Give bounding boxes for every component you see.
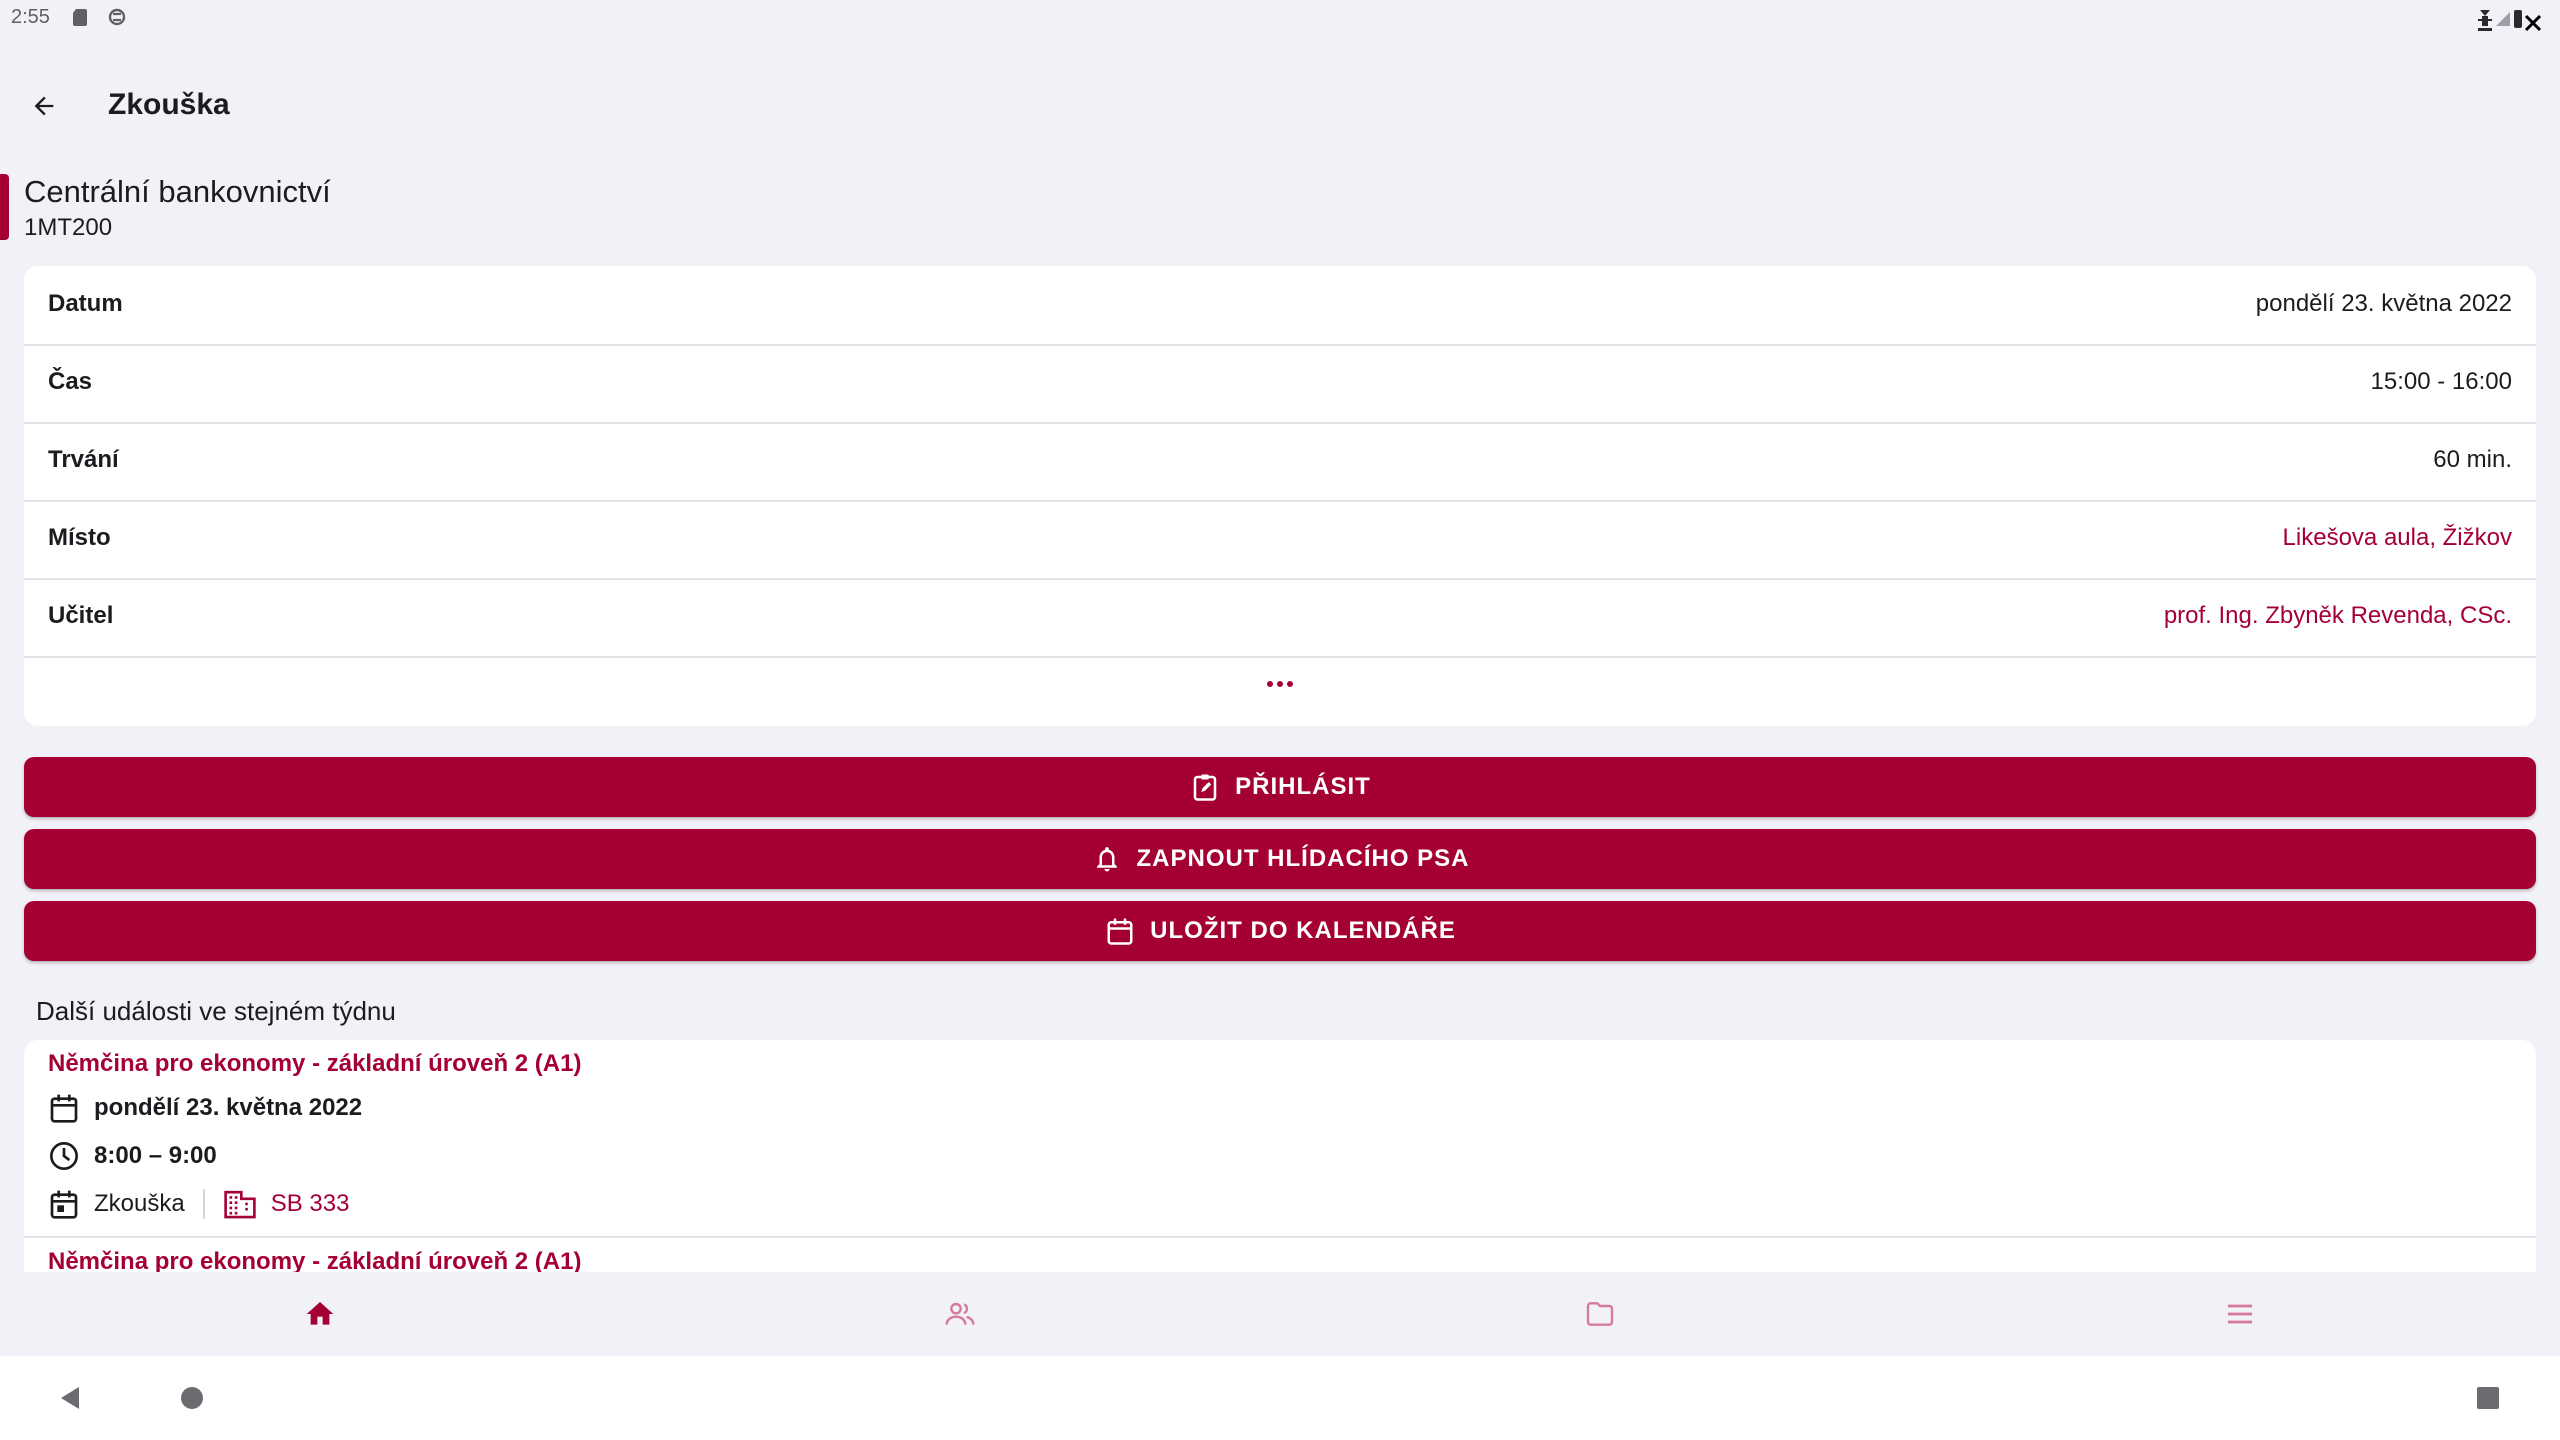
subject-code: 1MT200: [24, 214, 113, 241]
status-time: 2:55: [11, 6, 50, 28]
calendar-icon: [1104, 915, 1136, 947]
people-icon: [945, 1302, 975, 1325]
section-title-other-events: Další události ve stejném týdnu: [36, 996, 396, 1026]
watchdog-button[interactable]: ZAPNOUT HLÍDACÍHO PSA: [24, 829, 2536, 889]
nav-menu[interactable]: [2220, 1294, 2260, 1334]
signal-icon: [2496, 12, 2510, 26]
detail-row-time: Čas 15:00 - 16:00: [24, 344, 2536, 424]
wifi-icon: [2478, 10, 2492, 31]
system-indicators: [2444, 6, 2544, 40]
dot: [1267, 681, 1273, 687]
detail-value: 15:00 - 16:00: [2370, 368, 2512, 395]
place-link[interactable]: Likešova aula, Žižkov: [2283, 524, 2512, 552]
detail-value: pondělí 23. května 2022: [2255, 290, 2512, 317]
nav-people[interactable]: [940, 1294, 980, 1334]
assignment-edit-icon: [1189, 771, 1221, 803]
menu-icon: [2228, 1304, 2252, 1324]
home-circle-icon: [181, 1387, 203, 1409]
recents-square-icon: [2477, 1387, 2499, 1409]
event-date-line: pondělí 23. května 2022: [48, 1091, 362, 1125]
battery-icon: [2514, 10, 2522, 28]
button-label: PŘIHLÁSIT: [1235, 773, 1371, 800]
app-bar: Zkouška: [0, 64, 2560, 148]
folder-icon: [1586, 1302, 1614, 1326]
more-options-button[interactable]: [1264, 672, 1296, 696]
exam-details-card: Datum pondělí 23. května 2022 Čas 15:00 …: [24, 266, 2536, 726]
detail-row-duration: Trvání 60 min.: [24, 422, 2536, 502]
event-room-link[interactable]: SB 333: [271, 1190, 350, 1218]
system-back-button[interactable]: [50, 1378, 90, 1418]
event-item[interactable]: Němčina pro ekonomy - základní úroveň 2 …: [24, 1238, 2536, 1272]
detail-label: Učitel: [48, 602, 114, 629]
separator: [202, 1189, 205, 1219]
subject-header: Centrální bankovnictví 1MT200: [0, 170, 1200, 246]
detail-value: 60 min.: [2433, 446, 2512, 473]
event-meta-line: Zkouška SB 333: [48, 1187, 349, 1221]
bottom-navigation: [0, 1272, 2560, 1356]
event-type-icon: [50, 1190, 78, 1219]
save-to-calendar-button[interactable]: ULOŽIT DO KALENDÁŘE: [24, 901, 2536, 961]
arrow-back-icon: [34, 96, 54, 116]
detail-row-date: Datum pondělí 23. května 2022: [24, 266, 2536, 346]
sd-card-icon: [72, 8, 88, 31]
event-date: pondělí 23. května 2022: [94, 1094, 363, 1121]
sync-icon: [108, 6, 126, 33]
nav-files[interactable]: [1580, 1294, 1620, 1334]
button-label: ULOŽIT DO KALENDÁŘE: [1150, 917, 1456, 944]
calendar-icon: [50, 1094, 78, 1123]
bell-icon: [1091, 843, 1123, 875]
button-label: ZAPNOUT HLÍDACÍHO PSA: [1136, 845, 1470, 872]
event-time-line: 8:00 – 9:00: [48, 1139, 217, 1173]
detail-label: Místo: [48, 524, 111, 551]
system-home-button[interactable]: [172, 1378, 212, 1418]
other-events-list: Němčina pro ekonomy - základní úroveň 2 …: [24, 1040, 2536, 1272]
event-title: Němčina pro ekonomy - základní úroveň 2 …: [48, 1248, 582, 1272]
teacher-link[interactable]: prof. Ing. Zbyněk Revenda, CSc.: [2164, 602, 2512, 630]
clock-icon: [50, 1142, 78, 1170]
detail-label: Trvání: [48, 446, 119, 473]
detail-label: Čas: [48, 368, 93, 395]
status-bar: 2:55: [0, 0, 2560, 40]
event-title: Němčina pro ekonomy - základní úroveň 2 …: [48, 1050, 582, 1077]
register-button[interactable]: PŘIHLÁSIT: [24, 757, 2536, 817]
subject-accent-bar: [0, 174, 9, 240]
nav-home[interactable]: [300, 1294, 340, 1334]
event-type: Zkouška: [94, 1190, 185, 1217]
back-button[interactable]: [22, 84, 66, 128]
home-icon: [306, 1302, 334, 1325]
detail-row-teacher[interactable]: Učitel prof. Ing. Zbyněk Revenda, CSc.: [24, 578, 2536, 658]
dot: [1277, 681, 1283, 687]
building-icon: [224, 1190, 256, 1219]
close-icon: [2524, 14, 2542, 32]
subject-name: Centrální bankovnictví: [24, 174, 331, 209]
event-item[interactable]: Němčina pro ekonomy - základní úroveň 2 …: [24, 1040, 2536, 1238]
system-recents-button[interactable]: [2468, 1378, 2508, 1418]
detail-label: Datum: [48, 290, 123, 317]
dot: [1287, 681, 1293, 687]
detail-row-place[interactable]: Místo Likešova aula, Žižkov: [24, 500, 2536, 580]
system-navigation-bar: [0, 1356, 2560, 1440]
event-time: 8:00 – 9:00: [94, 1142, 217, 1169]
back-triangle-icon: [61, 1387, 79, 1409]
page-title: Zkouška: [108, 88, 230, 121]
